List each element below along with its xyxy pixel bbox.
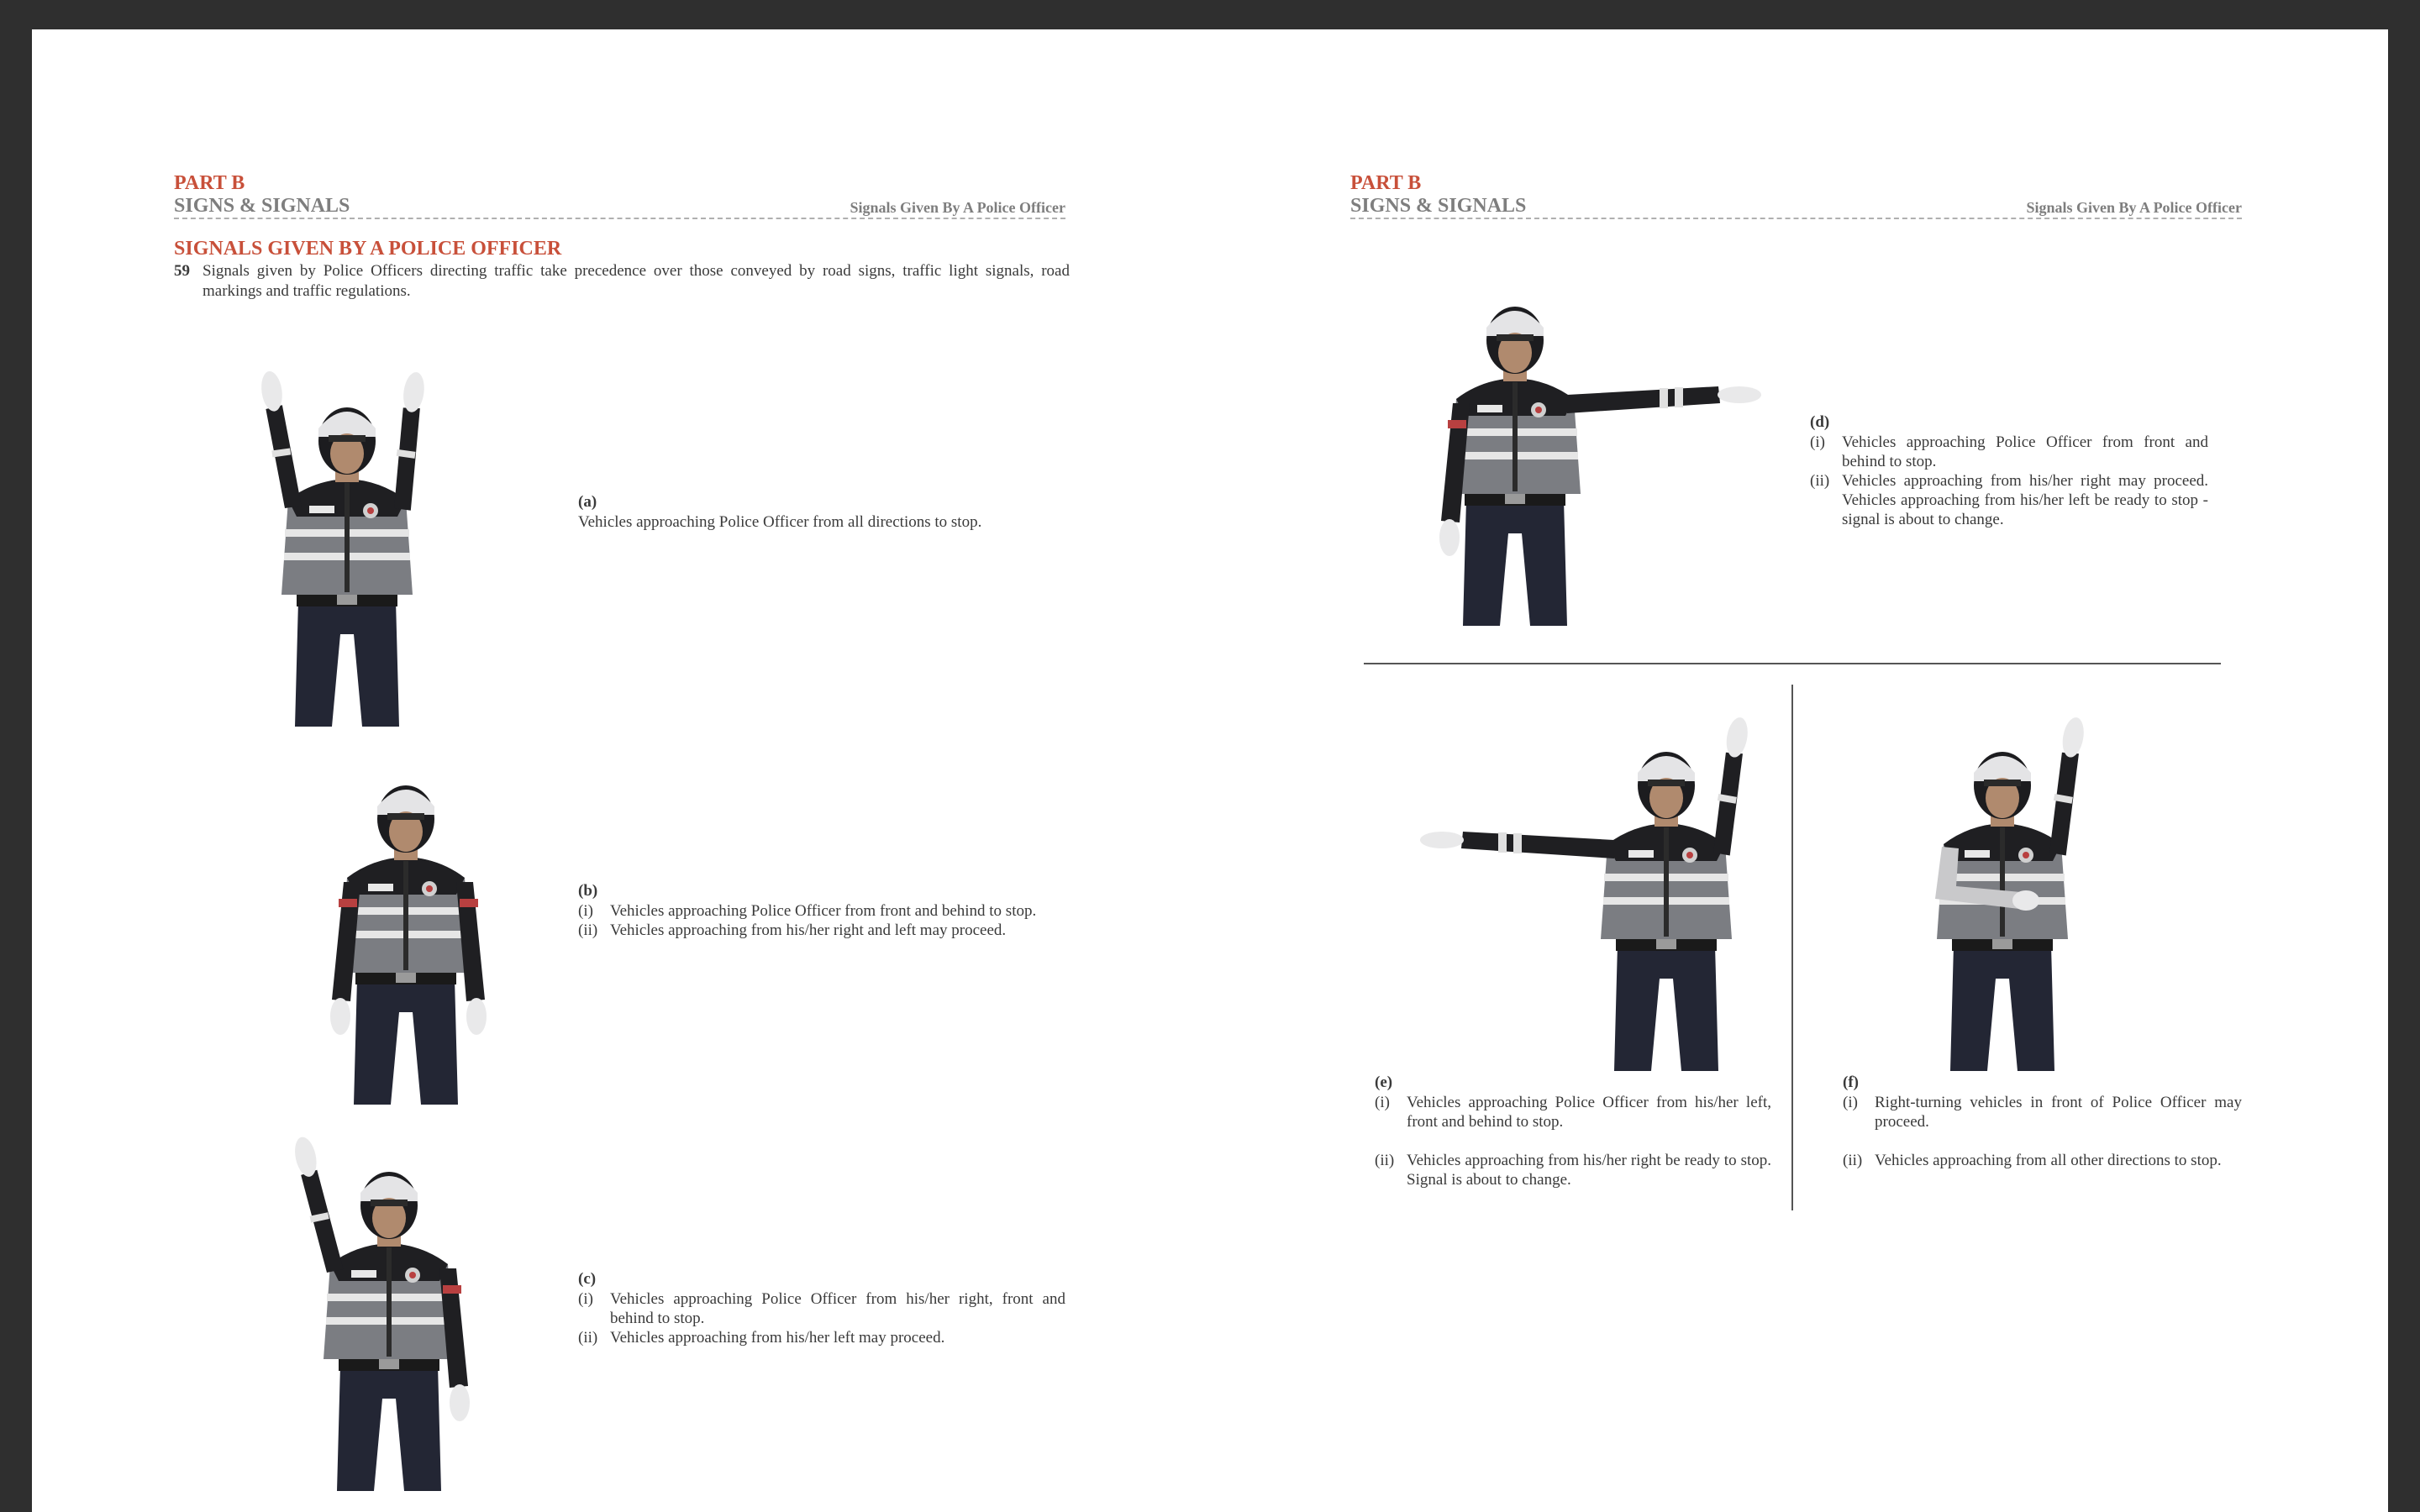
officer-figure-c [292,1134,470,1491]
signal-text-a: Vehicles approaching Police Officer from… [578,513,982,531]
document-page: PART B SIGNS & SIGNALS Signals Given By … [32,29,2388,1512]
item-number: (i) [1810,433,1825,451]
signal-letter-d: (d) [1810,413,1830,431]
signal-c-item-1: (i) Vehicles approaching Police Officer f… [578,1289,1065,1328]
part-label: PART B [174,172,245,194]
signal-d-item-2: (ii) Vehicles approaching from his/her ri… [1810,471,2208,529]
item-number: (ii) [578,1329,598,1347]
item-text: Vehicles approaching Police Officer from… [610,902,1037,920]
signal-b-item-2: (ii) Vehicles approaching from his/her ri… [578,921,1065,940]
signal-list-b: (i) Vehicles approaching Police Officer f… [578,901,1065,940]
signal-list-f: (i) Right-turning vehicles in front of Po… [1843,1093,2242,1170]
item-text: Right-turning vehicles in front of Polic… [1875,1094,2242,1131]
running-title: Signals Given By A Police Officer [850,199,1065,216]
signal-list-c: (i) Vehicles approaching Police Officer f… [578,1289,1065,1347]
signal-e-item-2: (ii) Vehicles approaching from his/her ri… [1375,1151,1771,1189]
signal-f-item-1: (i) Right-turning vehicles in front of Po… [1843,1093,2242,1131]
running-title-right: Signals Given By A Police Officer [2026,199,2242,216]
item-text: Vehicles approaching Police Officer from… [1407,1094,1771,1131]
item-text: Vehicles approaching Police Officer from… [1842,433,2208,470]
item-number: (ii) [1810,472,1830,490]
header-divider-right [1350,218,2242,219]
item-number: (ii) [1843,1152,1863,1169]
item-text: Vehicles approaching Police Officer from… [610,1290,1065,1327]
item-number: (i) [578,1290,593,1308]
vertical-divider [1791,685,1793,1210]
signal-f-item-2: (ii) Vehicles approaching from all other … [1843,1151,2242,1170]
signal-list-d: (i) Vehicles approaching Police Officer f… [1810,433,2208,529]
signal-c-item-2: (ii) Vehicles approaching from his/her le… [578,1328,1065,1347]
item-text: Vehicles approaching from his/her right … [1407,1152,1771,1189]
signal-b-item-1: (i) Vehicles approaching Police Officer f… [578,901,1065,921]
section-label-right: SIGNS & SIGNALS [1350,195,1527,217]
item-text: Vehicles approaching from his/her right … [1842,472,2208,528]
signal-letter-c: (c) [578,1270,597,1288]
section-heading: SIGNALS GIVEN BY A POLICE OFFICER [174,238,562,260]
signal-e-item-1: (i) Vehicles approaching Police Officer f… [1375,1093,1771,1131]
horizontal-divider [1364,663,2221,664]
item-number: (i) [1375,1094,1390,1111]
officer-figure-b [330,785,487,1105]
officer-figure-a [259,369,430,727]
part-label-right: PART B [1350,172,1422,194]
item-number: (i) [1843,1094,1858,1111]
header-divider [174,218,1065,219]
item-number: (i) [578,902,593,920]
paragraph-number: 59 [174,262,190,280]
signal-list-e: (i) Vehicles approaching Police Officer f… [1375,1093,1771,1189]
item-number: (ii) [578,921,598,939]
item-text: Vehicles approaching from all other dire… [1875,1152,2222,1169]
item-text: Vehicles approaching from his/her right … [610,921,1007,939]
intro-paragraph: Signals given by Police Officers directi… [203,262,1070,300]
signal-letter-e: (e) [1375,1074,1393,1091]
item-number: (ii) [1375,1152,1395,1169]
officer-figure-d [1439,307,1761,626]
signal-d-item-1: (i) Vehicles approaching Police Officer f… [1810,433,2208,471]
signal-letter-a: (a) [578,493,597,511]
officer-figure-e [1420,716,1754,1071]
signal-letter-f: (f) [1843,1074,1859,1091]
item-text: Vehicles approaching from his/her left m… [610,1329,945,1347]
section-label: SIGNS & SIGNALS [174,195,350,217]
officer-figure-f [1935,716,2091,1071]
signal-letter-b: (b) [578,882,598,900]
